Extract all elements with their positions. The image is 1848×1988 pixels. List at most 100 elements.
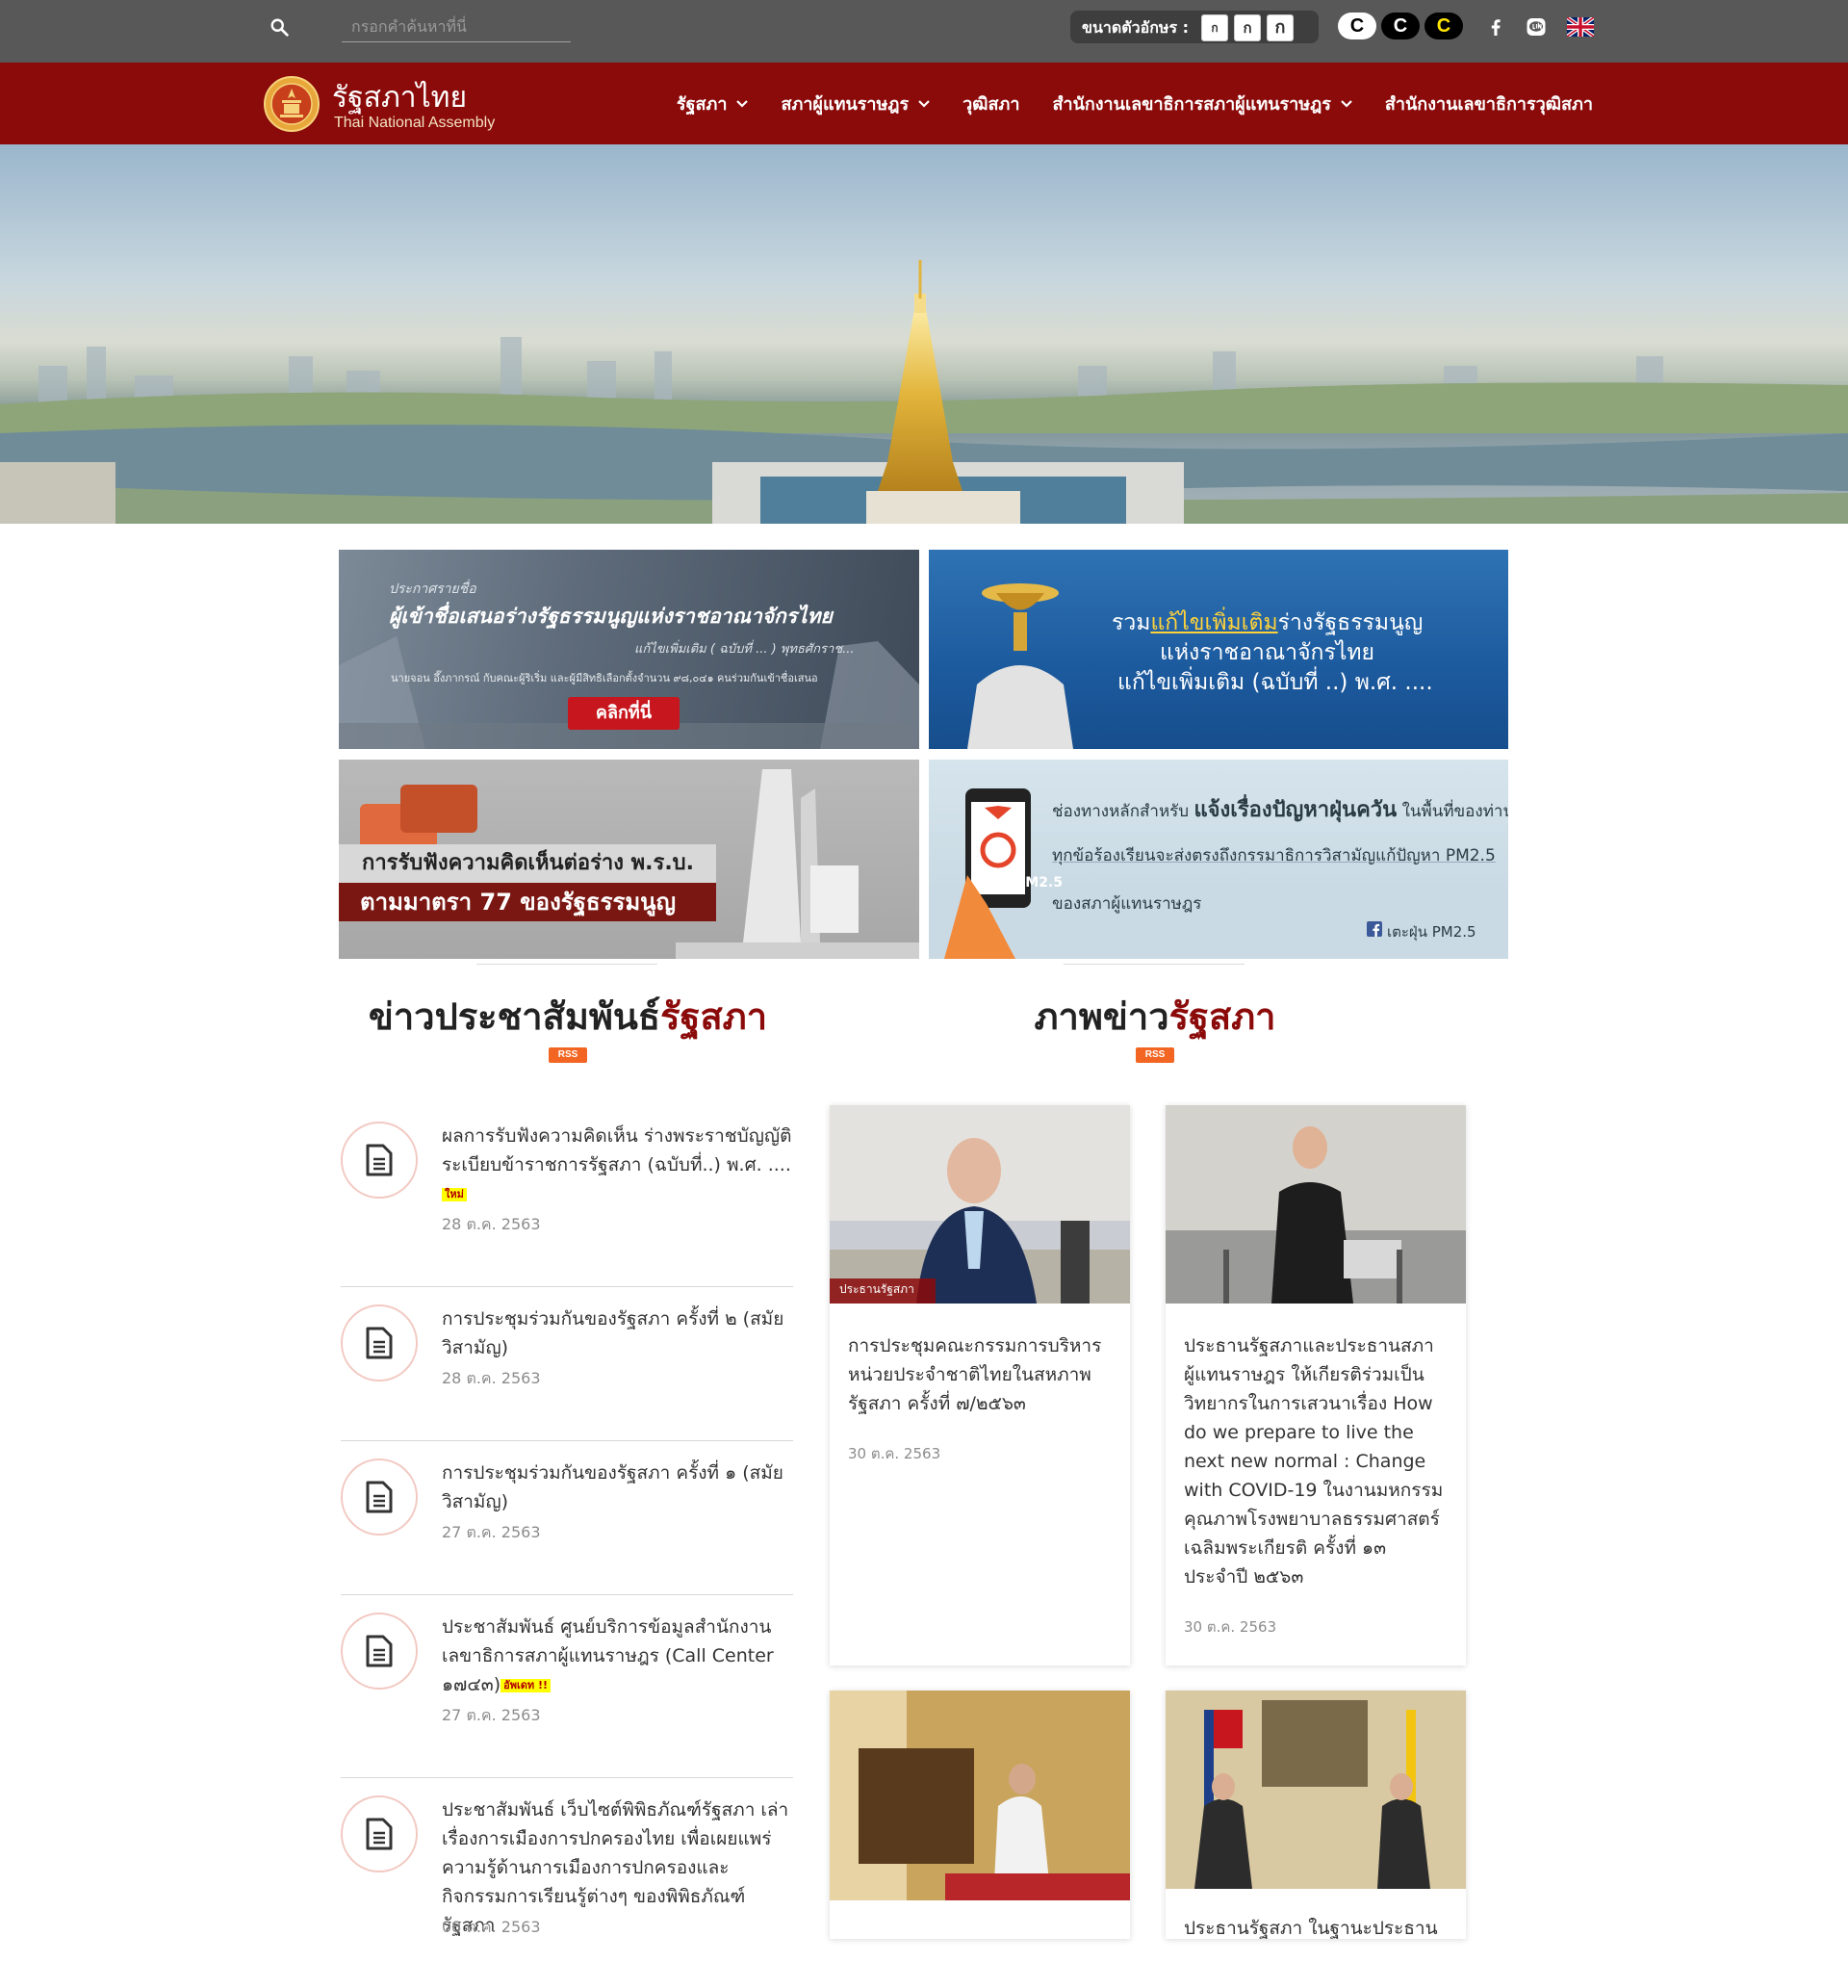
card-title[interactable]: ประธานรัฐสภาและประธานสภาผู้แทนราษฎร ให้เ…	[1184, 1331, 1444, 1591]
news-item[interactable]: การประชุมร่วมกันของรัฐสภา ครั้งที่ ๒ (สม…	[341, 1304, 793, 1441]
nav-item-label: รัฐสภา	[676, 94, 728, 115]
photo-news-card[interactable]: ประธานรัฐสภาและประธานสภาผู้แทนราษฎร ให้เ…	[1166, 1105, 1466, 1665]
nav-item-label: สภาผู้แทนราษฎร	[781, 94, 910, 115]
document-icon	[366, 1327, 393, 1359]
banner-text: ในพื้นที่ของท่าน	[1397, 802, 1508, 821]
hero-banner	[0, 144, 1848, 524]
banner-headline: ผู้เข้าชื่อเสนอร่างรัฐธรรมนูญแห่งราชอาณา…	[389, 605, 833, 628]
document-icon	[366, 1818, 393, 1850]
section-divider	[1064, 964, 1245, 965]
news-item-title-text: ผลการรับฟังความคิดเห็น ร่างพระราชบัญญัติ…	[442, 1125, 792, 1175]
font-size-medium-button[interactable]: ก	[1234, 14, 1261, 41]
font-size-label: ขนาดตัวอักษร :	[1082, 18, 1190, 37]
nav-item-house-of-representatives[interactable]: สภาผู้แทนราษฎร	[764, 90, 946, 117]
document-icon	[366, 1635, 393, 1667]
contrast-yellow-button[interactable]: C	[1424, 13, 1463, 39]
news-item[interactable]: ประชาสัมพันธ์ เว็บไซต์พิพิธภัณฑ์รัฐสภา เ…	[341, 1795, 793, 1988]
utility-bar: ขนาดตัวอักษร : ก ก ก C C C	[0, 0, 1848, 63]
banner-text: รวม	[1112, 610, 1151, 635]
uk-flag-icon[interactable]	[1567, 17, 1594, 37]
card-photo-caption: ประธานรัฐสภา	[839, 1282, 914, 1296]
nav-item-senate[interactable]: วุฒิสภา	[946, 90, 1036, 117]
banner-detail: นายจอน อึ๊งภากรณ์ กับคณะผู้ริเริ่ม และผู…	[391, 672, 818, 684]
news-item-icon	[341, 1122, 418, 1199]
contrast-normal-button[interactable]: C	[1338, 13, 1376, 39]
banner-text: ช่องทางหลักสำหรับ	[1052, 802, 1194, 821]
section-title-text: ข่าวประชาสัมพันธ์	[368, 995, 661, 1038]
parliament-river-illustration	[0, 260, 1848, 524]
banner-line-2: ตามมาตรา 77 ของรัฐธรรมนูญ	[339, 883, 716, 921]
news-item[interactable]: ประชาสัมพันธ์ ศูนย์บริการข้อมูลสำนักงานเ…	[341, 1613, 793, 1778]
nav-item-label: สำนักงานเลขาธิการสภาผู้แทนราษฎร	[1052, 94, 1331, 115]
banner-highlight: แก้ไขเพิ่มเติม	[1150, 610, 1278, 635]
nav-item-senate-secretariat[interactable]: สำนักงานเลขาธิการวุฒิสภา	[1369, 90, 1593, 117]
news-item-date: 08 ต.ค. 2563	[442, 1918, 541, 1936]
facebook-icon[interactable]	[1484, 15, 1507, 39]
news-item-date: 27 ต.ค. 2563	[442, 1706, 541, 1724]
main-header: รัฐสภาไทย Thai National Assembly รัฐสภา …	[0, 63, 1848, 144]
facebook-icon	[1367, 921, 1382, 937]
banner-pm25-complaints[interactable]: PM2.5 ช่องทางหลักสำหรับ แจ้งเรื่องปัญหาฝ…	[929, 760, 1508, 959]
news-item-title-text: ประชาสัมพันธ์ ศูนย์บริการข้อมูลสำนักงานเ…	[442, 1616, 774, 1695]
site-logo[interactable]: รัฐสภาไทย Thai National Assembly	[263, 69, 523, 139]
nav-item-house-secretariat[interactable]: สำนักงานเลขาธิการสภาผู้แทนราษฎร	[1036, 90, 1368, 117]
nav-item-parliament[interactable]: รัฐสภา	[660, 90, 765, 117]
update-badge: อัพเดท !!	[500, 1678, 552, 1692]
news-item-icon	[341, 1304, 418, 1381]
font-size-large-button[interactable]: ก	[1267, 14, 1294, 41]
section-title-highlight: รัฐสภา	[660, 995, 768, 1038]
card-photo	[830, 1691, 1130, 1900]
nav-item-label: วุฒิสภา	[962, 94, 1020, 115]
click-here-button[interactable]: คลิกที่นี่	[568, 697, 680, 730]
font-size-small-button[interactable]: ก	[1201, 14, 1228, 41]
banner-constitution-amendments[interactable]: รวมแก้ไขเพิ่มเติมร่างรัฐธรรมนูญ แห่งราชอ…	[929, 550, 1508, 749]
card-photo	[1166, 1105, 1466, 1304]
section-title-highlight: รัฐสภา	[1168, 995, 1276, 1038]
new-badge: ใหม่	[442, 1187, 467, 1201]
banner-subline: แก้ไขเพิ่มเติม ( ฉบับที่ ... ) พุทธศักรา…	[634, 642, 855, 657]
card-photo	[1166, 1691, 1466, 1889]
chevron-down-icon	[736, 99, 749, 108]
news-item-icon	[341, 1459, 418, 1536]
news-item[interactable]: การประชุมร่วมกันของรัฐสภา ครั้งที่ ๑ (สม…	[341, 1459, 793, 1595]
phone-screen-label: PM2.5	[1015, 875, 1063, 891]
document-icon	[366, 1144, 393, 1176]
card-title[interactable]: การประชุมคณะกรรมการบริหารหน่วยประจำชาติไ…	[848, 1331, 1108, 1418]
section-divider	[476, 964, 657, 965]
banner-line-1: ช่องทางหลักสำหรับ แจ้งเรื่องปัญหาฝุ่นควั…	[1052, 792, 1508, 826]
news-item-title[interactable]: การประชุมร่วมกันของรัฐสภา ครั้งที่ ๑ (สม…	[442, 1459, 793, 1516]
section-title-text: ภาพข่าว	[1034, 995, 1169, 1038]
news-item-title[interactable]: ประชาสัมพันธ์ ศูนย์บริการข้อมูลสำนักงานเ…	[442, 1613, 793, 1699]
search-input[interactable]	[342, 12, 571, 42]
font-size-control: ขนาดตัวอักษร : ก ก ก	[1070, 11, 1319, 43]
chevron-down-icon	[918, 99, 930, 108]
banner-constitution-signatories[interactable]: ประกาศรายชื่อ ผู้เข้าชื่อเสนอร่างรัฐธรรม…	[339, 550, 919, 749]
card-title[interactable]: ประธานรัฐสภา ในฐานะประธาน	[1184, 1914, 1444, 1939]
banner-kicker: ประกาศรายชื่อ	[389, 581, 476, 597]
card-photo	[830, 1105, 1130, 1304]
document-icon	[366, 1481, 393, 1513]
line-icon[interactable]	[1525, 15, 1548, 39]
photo-news-card[interactable]: ประธานรัฐสภา การประชุมคณะกรรมการบริหารหน…	[830, 1105, 1130, 1665]
contrast-dark-button[interactable]: C	[1381, 13, 1420, 39]
parliament-emblem-icon	[264, 76, 320, 132]
news-rss-button[interactable]: RSS	[549, 1047, 587, 1063]
news-item-date: 28 ต.ค. 2563	[442, 1369, 541, 1387]
news-item[interactable]: ผลการรับฟังความคิดเห็น ร่างพระราชบัญญัติ…	[341, 1122, 793, 1287]
banner-text: ร่างรัฐธรรมนูญ	[1277, 610, 1424, 635]
search-icon[interactable]	[270, 17, 291, 39]
banner-public-hearing[interactable]: การรับฟังความคิดเห็นต่อร่าง พ.ร.บ. ตามมา…	[339, 760, 919, 959]
banner-line-3: ของสภาผู้แทนราษฎร	[1052, 894, 1202, 914]
news-item-title[interactable]: การประชุมร่วมกันของรัฐสภา ครั้งที่ ๒ (สม…	[442, 1304, 793, 1362]
news-item-title[interactable]: ผลการรับฟังความคิดเห็น ร่างพระราชบัญญัติ…	[442, 1122, 793, 1208]
photo-news-card[interactable]: ประธานรัฐสภา ในฐานะประธาน	[1166, 1691, 1466, 1939]
photo-rss-button[interactable]: RSS	[1136, 1047, 1174, 1063]
logo-subtitle: Thai National Assembly	[334, 115, 496, 131]
news-section-title: ข่าวประชาสัมพันธ์รัฐสภา	[318, 987, 818, 1046]
news-item-date: 28 ต.ค. 2563	[442, 1215, 541, 1233]
nav-item-label: สำนักงานเลขาธิการวุฒิสภา	[1384, 94, 1593, 115]
logo-title: รัฐสภาไทย	[332, 81, 468, 115]
banner-line-3: แก้ไขเพิ่มเติม (ฉบับที่ ..) พ.ศ. ....	[1117, 670, 1433, 695]
photo-news-card[interactable]	[830, 1691, 1130, 1939]
banner-line-2: ทุกข้อร้องเรียนจะส่งตรงถึงกรรมาธิการวิสา…	[1052, 846, 1496, 865]
